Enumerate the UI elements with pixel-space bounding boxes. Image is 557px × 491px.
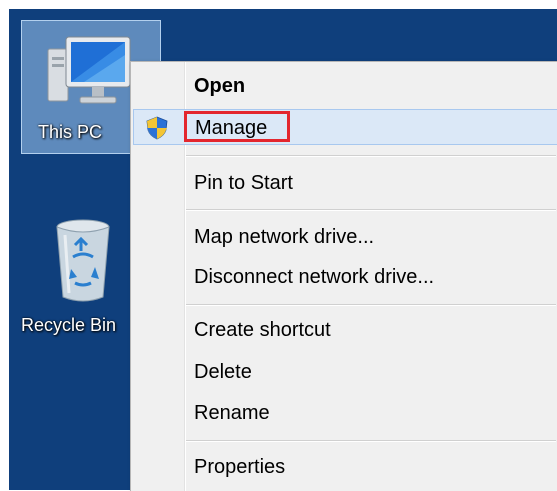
menu-item-open[interactable]: Open: [133, 68, 557, 104]
menu-item-map-network-drive[interactable]: Map network drive...: [133, 219, 557, 255]
computer-icon: [47, 36, 131, 104]
menu-item-label: Disconnect network drive...: [194, 266, 435, 288]
menu-item-label: Pin to Start: [194, 172, 293, 194]
context-menu: Open Manage Pin to Start Map network dri…: [130, 61, 557, 491]
menu-item-label: Properties: [194, 456, 286, 478]
uac-shield-icon: [146, 116, 168, 140]
menu-item-disconnect-network-drive[interactable]: Disconnect network drive...: [133, 259, 557, 295]
menu-item-label: Map network drive...: [194, 226, 375, 248]
menu-item-pin-to-start[interactable]: Pin to Start: [133, 165, 557, 201]
recycle-bin-icon: [56, 219, 110, 302]
menu-item-label: Create shortcut: [194, 319, 331, 341]
menu-separator: [186, 155, 556, 157]
menu-item-delete[interactable]: Delete: [133, 354, 557, 390]
menu-separator: [186, 440, 556, 442]
menu-item-properties[interactable]: Properties: [133, 449, 557, 485]
annotation-highlight-box: [184, 111, 290, 142]
menu-item-label: Delete: [194, 361, 252, 383]
menu-item-create-shortcut[interactable]: Create shortcut: [133, 312, 557, 348]
menu-item-label: Rename: [194, 402, 270, 424]
menu-separator: [186, 304, 556, 306]
menu-separator: [186, 209, 556, 211]
menu-item-rename[interactable]: Rename: [133, 395, 557, 431]
menu-item-manage[interactable]: Manage: [133, 109, 557, 145]
menu-item-label: Open: [194, 75, 246, 97]
